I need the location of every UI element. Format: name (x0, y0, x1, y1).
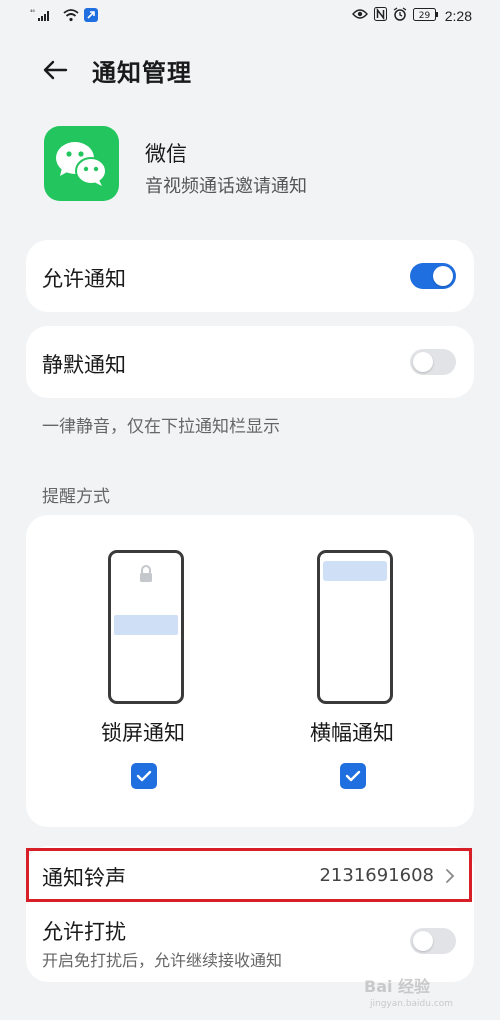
header: 通知管理 (0, 45, 500, 95)
cellular-signal-icon: ⁴⁶ (30, 8, 58, 26)
option-banner-label: 横幅通知 (310, 721, 394, 745)
dnd-label: 允许打扰 (42, 920, 126, 944)
reminder-card: 锁屏通知 横幅通知 (26, 515, 474, 827)
highlight-annotation (26, 848, 472, 902)
nfc-icon (373, 7, 387, 25)
dnd-subtitle: 开启免打扰后，允许继续接收通知 (42, 951, 283, 970)
silent-notifications-toggle[interactable] (410, 349, 456, 375)
lockscreen-checkbox[interactable] (131, 763, 157, 789)
svg-text:Bai 经验: Bai 经验 (364, 977, 431, 996)
silent-notifications-label: 静默通知 (42, 353, 126, 377)
silent-notifications-row[interactable]: 静默通知 (26, 326, 474, 398)
back-button[interactable] (38, 53, 72, 87)
dnd-toggle[interactable] (410, 928, 456, 954)
banner-icon (323, 561, 387, 581)
alarm-icon (393, 7, 407, 25)
page-title: 通知管理 (92, 59, 192, 87)
status-time: 2:28 (444, 8, 472, 24)
banner-checkbox[interactable] (340, 763, 366, 789)
svg-text:⁴⁶: ⁴⁶ (30, 9, 35, 16)
eye-icon (351, 8, 368, 24)
allow-notifications-label: 允许通知 (42, 267, 126, 291)
lock-icon (114, 565, 178, 635)
app-name: 微信 (145, 142, 187, 166)
lockscreen-preview[interactable] (108, 550, 184, 704)
section-title-reminder: 提醒方式 (42, 487, 110, 507)
app-info: 微信 音视频通话邀请通知 (44, 126, 464, 202)
wechat-icon (44, 126, 119, 201)
svg-text:jingyan.baidu.com: jingyan.baidu.com (369, 999, 453, 1009)
dnd-row[interactable]: 允许打扰 开启免打扰后，允许继续接收通知 (26, 904, 474, 982)
app-subtitle: 音视频通话邀请通知 (145, 176, 307, 197)
banner-preview[interactable] (317, 550, 393, 704)
baidu-logo-icon: Bai 经验 jingyan.baidu.com (364, 977, 453, 1009)
option-lockscreen-label: 锁屏通知 (101, 721, 185, 745)
check-icon (136, 770, 152, 782)
baidu-watermark: Bai 经验 jingyan.baidu.com (360, 972, 480, 1012)
allow-notifications-row[interactable]: 允许通知 (26, 240, 474, 312)
silent-hint: 一律静音，仅在下拉通知栏显示 (42, 417, 280, 437)
svg-text:29: 29 (419, 11, 431, 21)
app-notification-icon (84, 8, 98, 26)
status-bar: ⁴⁶ 29 2:28 (0, 0, 500, 32)
wifi-icon (63, 8, 79, 26)
arrow-left-icon (43, 60, 68, 80)
allow-notifications-toggle[interactable] (410, 263, 456, 289)
check-icon (345, 770, 361, 782)
battery-icon: 29 (412, 7, 439, 25)
